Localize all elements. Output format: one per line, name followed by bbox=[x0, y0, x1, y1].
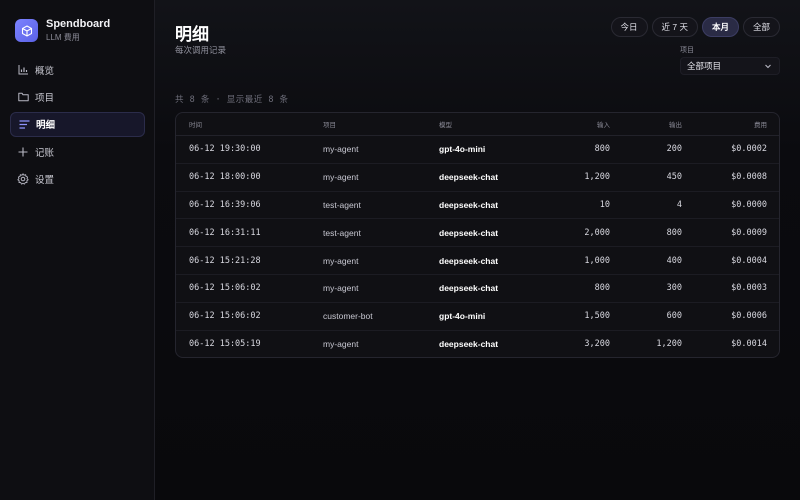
cell-project: my-agent bbox=[323, 339, 359, 350]
cell-input: 2,000 bbox=[584, 227, 610, 238]
brand-subtitle: LLM 費用 bbox=[46, 33, 80, 42]
sidebar-item-projects[interactable]: 项目 bbox=[10, 84, 145, 109]
sidebar-item-label: 概览 bbox=[35, 65, 55, 77]
cell-project: test-agent bbox=[323, 199, 361, 210]
cell-project: customer-bot bbox=[323, 311, 373, 322]
header-model[interactable]: 模型 bbox=[439, 119, 539, 129]
cell-input: 800 bbox=[594, 144, 610, 155]
sidebar-item-settings[interactable]: 设置 bbox=[10, 167, 145, 192]
bar-chart-icon bbox=[17, 64, 29, 76]
sidebar-item-label: 项目 bbox=[35, 92, 55, 104]
range-tab-all[interactable]: 全部 bbox=[742, 17, 780, 37]
cell-input: 1,000 bbox=[584, 255, 610, 266]
cell-project: test-agent bbox=[323, 227, 361, 238]
cell-output: 4 bbox=[676, 199, 682, 210]
header-output[interactable]: 输出 bbox=[610, 119, 682, 129]
cell-model: deepseek-chat bbox=[439, 199, 499, 210]
cell-cost: $0.0004 bbox=[731, 255, 767, 266]
sidebar-item-label: 记账 bbox=[35, 147, 55, 159]
cell-cost: $0.0014 bbox=[731, 339, 767, 350]
cell-output: 450 bbox=[666, 172, 682, 183]
cell-time: 06-12 19:30:00 bbox=[189, 144, 261, 155]
cell-input: 800 bbox=[594, 283, 610, 294]
cell-model: deepseek-chat bbox=[439, 227, 499, 238]
page-subtitle: 每次调用记录 bbox=[175, 45, 227, 55]
cell-project: my-agent bbox=[323, 255, 359, 266]
sidebar: Spendboard LLM 費用 概览 项目 明细 记账 设置 bbox=[0, 0, 155, 500]
cell-model: gpt-4o-mini bbox=[439, 144, 486, 155]
cell-model: deepseek-chat bbox=[439, 283, 499, 294]
cell-time: 06-12 15:06:02 bbox=[189, 283, 261, 294]
brand-name: Spendboard bbox=[46, 18, 111, 30]
list-icon bbox=[18, 118, 30, 130]
record-count: 共 8 条 · 显示最近 8 条 bbox=[175, 95, 289, 105]
cell-time: 06-12 15:05:19 bbox=[189, 339, 261, 350]
sidebar-item-overview[interactable]: 概览 bbox=[10, 57, 145, 82]
table-row[interactable]: 06-12 16:39:06 test-agent deepseek-chat … bbox=[176, 192, 779, 220]
cell-model: deepseek-chat bbox=[439, 339, 499, 350]
table-row[interactable]: 06-12 16:31:11 test-agent deepseek-chat … bbox=[176, 219, 779, 248]
cell-input: 10 bbox=[599, 199, 610, 210]
brand[interactable]: Spendboard LLM 費用 bbox=[15, 18, 110, 43]
cell-output: 400 bbox=[666, 255, 682, 266]
table-row[interactable]: 06-12 19:30:00 my-agent gpt-4o-mini 800 … bbox=[176, 136, 779, 164]
table-row[interactable]: 06-12 15:05:19 my-agent deepseek-chat 3,… bbox=[176, 331, 779, 357]
cell-cost: $0.0009 bbox=[731, 227, 767, 238]
cell-output: 600 bbox=[666, 311, 682, 322]
page-title: 明细 bbox=[175, 25, 209, 44]
cell-time: 06-12 15:06:02 bbox=[189, 311, 261, 322]
sidebar-item-label: 设置 bbox=[35, 175, 55, 187]
sidebar-item-record[interactable]: 记账 bbox=[10, 139, 145, 164]
folder-icon bbox=[17, 91, 29, 103]
project-filter-value: 全部项目 bbox=[687, 61, 722, 71]
range-tab-7-days[interactable]: 近 7 天 bbox=[651, 17, 698, 37]
cell-time: 06-12 18:00:00 bbox=[189, 172, 261, 183]
cell-time: 06-12 16:39:06 bbox=[189, 199, 261, 210]
sidebar-item-details[interactable]: 明细 bbox=[10, 111, 145, 137]
cell-model: deepseek-chat bbox=[439, 172, 499, 183]
header-project[interactable]: 项目 bbox=[323, 119, 439, 129]
table-header: 时间 项目 模型 输入 输出 费用 bbox=[176, 113, 779, 136]
records-table: 时间 项目 模型 输入 输出 费用 06-12 19:30:00 my-agen… bbox=[175, 112, 780, 358]
table-row[interactable]: 06-12 15:06:02 my-agent deepseek-chat 80… bbox=[176, 275, 779, 303]
table-row[interactable]: 06-12 15:21:28 my-agent deepseek-chat 1,… bbox=[176, 247, 779, 275]
cell-cost: $0.0008 bbox=[731, 172, 767, 183]
cell-output: 800 bbox=[666, 227, 682, 238]
sidebar-item-label: 明细 bbox=[36, 120, 56, 132]
project-filter-label: 项目 bbox=[680, 47, 694, 54]
range-tab-today[interactable]: 今日 bbox=[610, 17, 648, 37]
cell-input: 1,500 bbox=[584, 311, 610, 322]
cell-cost: $0.0003 bbox=[731, 283, 767, 294]
date-range-tabs: 今日 近 7 天 本月 全部 bbox=[607, 17, 780, 37]
cell-time: 06-12 16:31:11 bbox=[189, 227, 261, 238]
cell-model: gpt-4o-mini bbox=[439, 311, 486, 322]
project-filter-select[interactable]: 全部项目 bbox=[680, 57, 780, 75]
table-row[interactable]: 06-12 18:00:00 my-agent deepseek-chat 1,… bbox=[176, 164, 779, 192]
gear-icon bbox=[17, 173, 29, 185]
main-content: 明细 每次调用记录 今日 近 7 天 本月 全部 项目 全部项目 共 8 条 ·… bbox=[155, 0, 800, 500]
header-input[interactable]: 输入 bbox=[539, 119, 610, 129]
sidebar-nav: 概览 项目 明细 记账 设置 bbox=[10, 57, 145, 194]
cell-time: 06-12 15:21:28 bbox=[189, 255, 261, 266]
cell-model: deepseek-chat bbox=[439, 255, 499, 266]
cell-project: my-agent bbox=[323, 283, 359, 294]
range-tab-this-month[interactable]: 本月 bbox=[701, 17, 739, 37]
cell-cost: $0.0000 bbox=[731, 199, 767, 210]
cell-cost: $0.0006 bbox=[731, 311, 767, 322]
plus-icon bbox=[17, 146, 29, 158]
cube-icon bbox=[15, 19, 38, 42]
cell-input: 3,200 bbox=[584, 339, 610, 350]
cell-cost: $0.0002 bbox=[731, 144, 767, 155]
chevron-down-icon bbox=[764, 62, 772, 72]
table-row[interactable]: 06-12 15:06:02 customer-bot gpt-4o-mini … bbox=[176, 303, 779, 331]
cell-output: 200 bbox=[666, 144, 682, 155]
cell-project: my-agent bbox=[323, 144, 359, 155]
cell-project: my-agent bbox=[323, 172, 359, 183]
header-time[interactable]: 时间 bbox=[176, 119, 323, 129]
cell-input: 1,200 bbox=[584, 172, 610, 183]
cell-output: 300 bbox=[666, 283, 682, 294]
header-cost[interactable]: 费用 bbox=[682, 119, 767, 129]
cell-output: 1,200 bbox=[656, 339, 682, 350]
